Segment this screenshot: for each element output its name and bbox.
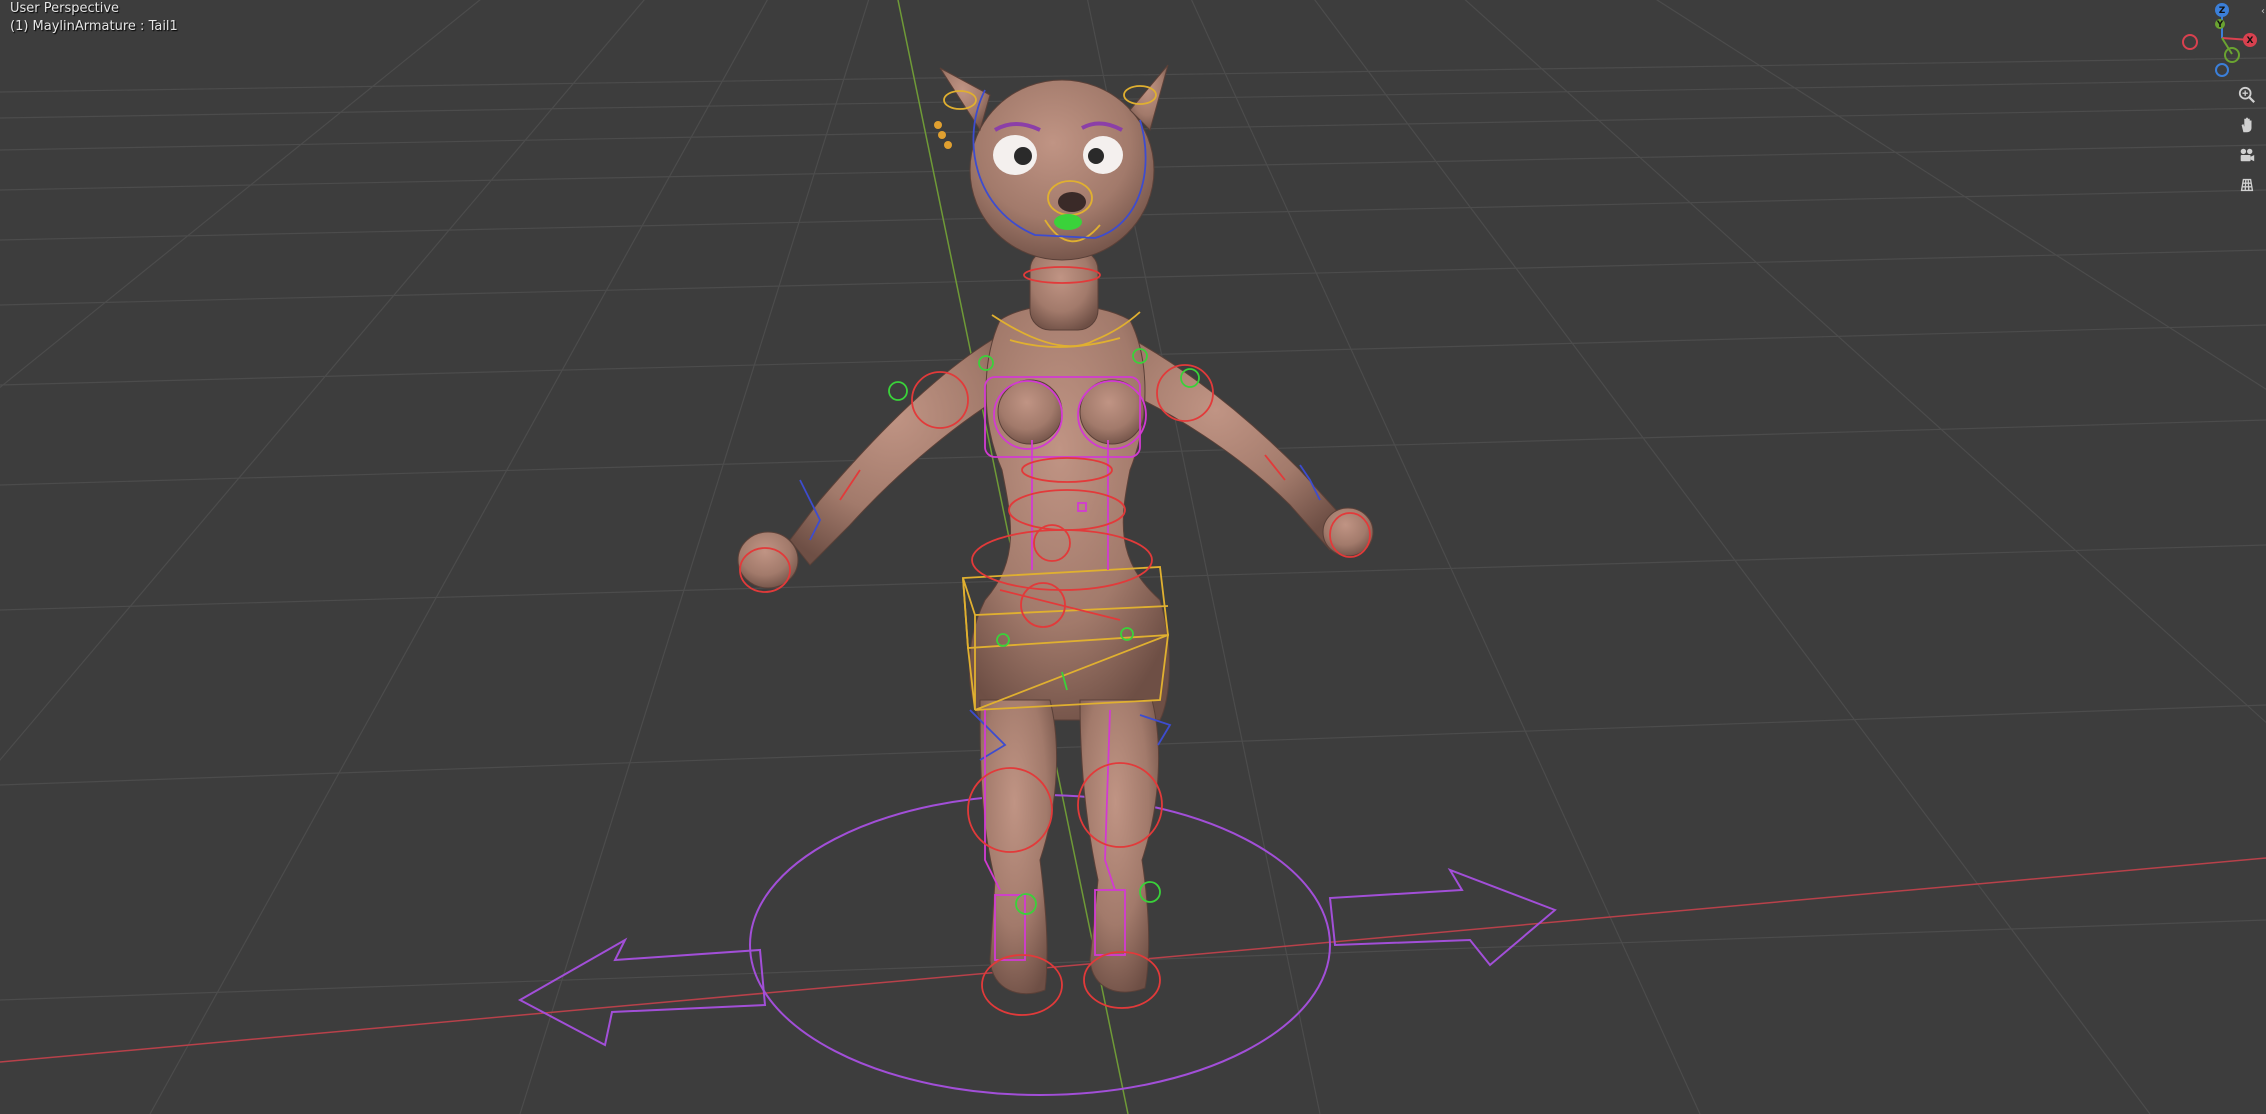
earrings bbox=[934, 121, 952, 149]
navigation-gizmo[interactable]: Z Y X ‹ bbox=[2170, 0, 2266, 80]
view-label: User Perspective bbox=[10, 1, 120, 16]
camera-icon[interactable] bbox=[2234, 142, 2260, 168]
gizmo-collapse-icon[interactable]: ‹ bbox=[2261, 6, 2265, 17]
gizmo-neg-z[interactable] bbox=[2215, 63, 2229, 77]
gizmo-z-label: Z bbox=[2219, 6, 2226, 16]
gizmo-y-ring[interactable] bbox=[2224, 47, 2240, 63]
gizmo-neg-x[interactable] bbox=[2182, 34, 2198, 50]
gizmo-y-label: Y bbox=[2216, 20, 2224, 30]
gizmo-x-label: X bbox=[2247, 36, 2254, 46]
ortho-grid-icon[interactable] bbox=[2234, 172, 2260, 198]
zoom-icon[interactable] bbox=[2234, 82, 2260, 108]
active-object-label: (1) MaylinArmature : Tail1 bbox=[10, 19, 178, 34]
pan-hand-icon[interactable] bbox=[2234, 112, 2260, 138]
3d-viewport[interactable] bbox=[0, 0, 2266, 1114]
